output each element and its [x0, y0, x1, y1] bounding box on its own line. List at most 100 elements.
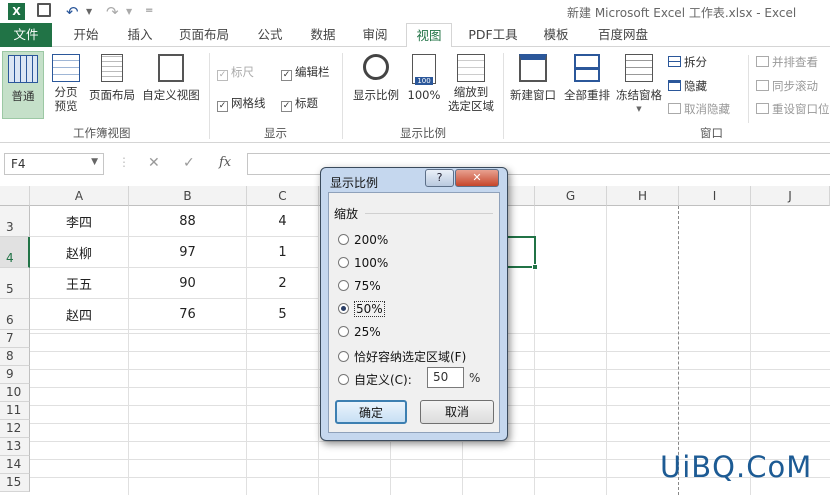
- ok-button[interactable]: 确定: [335, 400, 407, 424]
- zoom-option-custom[interactable]: 自定义(C):: [338, 371, 412, 388]
- cell[interactable]: 97: [129, 237, 247, 268]
- tab-data[interactable]: 数据: [303, 23, 343, 47]
- formula-bar-checkbox[interactable]: ✓ 编辑栏: [281, 64, 330, 81]
- zoom-100-button[interactable]: 100 100%: [405, 51, 443, 119]
- column-header-g[interactable]: G: [535, 186, 607, 206]
- column-header-i[interactable]: I: [679, 186, 751, 206]
- redo-icon[interactable]: ↷: [106, 3, 119, 21]
- save-icon[interactable]: [37, 3, 51, 17]
- zoom-option-100[interactable]: 100%: [338, 256, 388, 270]
- page-break-preview-button[interactable]: 分页 预览: [48, 51, 84, 119]
- name-box[interactable]: F4 ▼: [4, 153, 104, 175]
- sync-scroll-icon: [756, 80, 769, 91]
- freeze-panes-button[interactable]: 冻结窗格 ▼: [613, 51, 665, 119]
- fill-handle[interactable]: [532, 264, 538, 270]
- more-options-icon: ⋮: [118, 155, 130, 169]
- hide-button[interactable]: 隐藏: [668, 79, 707, 93]
- zoom-option-75[interactable]: 75%: [338, 279, 381, 293]
- insert-function-button[interactable]: fx: [219, 155, 231, 170]
- customize-toolbar-icon[interactable]: =: [145, 5, 153, 16]
- undo-icon[interactable]: ↶: [66, 3, 79, 21]
- cell[interactable]: 5: [247, 299, 319, 330]
- cell[interactable]: 4: [247, 206, 319, 237]
- view-side-by-side-button[interactable]: 并排查看: [756, 55, 818, 69]
- column-header-b[interactable]: B: [129, 186, 247, 206]
- zoom-to-selection-button[interactable]: 缩放到 选定区域: [445, 51, 497, 119]
- row-header[interactable]: 8: [0, 348, 30, 366]
- cell[interactable]: 李四: [30, 206, 129, 237]
- ruler-checkbox[interactable]: ✓ 标尺: [217, 64, 254, 81]
- arrange-all-icon: [574, 54, 600, 82]
- cancel-entry-button[interactable]: ✕: [148, 155, 160, 171]
- window-title: 新建 Microsoft Excel 工作表.xlsx - Excel: [567, 6, 797, 20]
- row-header[interactable]: 7: [0, 330, 30, 348]
- reset-window-position-button[interactable]: 重设窗口位: [756, 102, 830, 116]
- headings-checkbox[interactable]: ✓ 标题: [281, 95, 318, 112]
- row-header[interactable]: 10: [0, 384, 30, 402]
- row-header[interactable]: 4: [0, 237, 30, 268]
- cell[interactable]: 90: [129, 268, 247, 299]
- tab-insert[interactable]: 插入: [120, 23, 160, 47]
- zoom-group-label: 缩放: [334, 207, 359, 221]
- row-header[interactable]: 12: [0, 420, 30, 438]
- redo-dropdown-icon[interactable]: ▼: [126, 7, 132, 16]
- gridlines-checkbox[interactable]: ✓ 网格线: [217, 95, 266, 112]
- tab-file[interactable]: 文件: [0, 23, 52, 47]
- dialog-body: 缩放 200% 100% 75% 50% 25% 恰好容纳选定区域(F) 自定义…: [328, 192, 500, 433]
- tab-pdf-tools[interactable]: PDF工具: [462, 23, 524, 47]
- normal-view-button[interactable]: 普通: [2, 51, 44, 119]
- custom-zoom-input[interactable]: 50: [427, 367, 464, 388]
- row-header[interactable]: 11: [0, 402, 30, 420]
- page-layout-icon: [101, 54, 123, 82]
- column-header-c[interactable]: C: [247, 186, 319, 206]
- tab-templates[interactable]: 模板: [536, 23, 576, 47]
- cell[interactable]: 76: [129, 299, 247, 330]
- unhide-button[interactable]: 取消隐藏: [668, 102, 730, 116]
- zoom-button[interactable]: 显示比例: [349, 51, 403, 119]
- row-header[interactable]: 14: [0, 456, 30, 474]
- unhide-icon: [668, 103, 681, 114]
- page-layout-button[interactable]: 页面布局: [86, 51, 138, 119]
- arrange-all-button[interactable]: 全部重排: [561, 51, 613, 119]
- confirm-entry-button[interactable]: ✓: [183, 155, 195, 171]
- tab-view[interactable]: 视图: [406, 23, 452, 48]
- row-header[interactable]: 9: [0, 366, 30, 384]
- excel-logo-icon: X: [8, 3, 25, 20]
- cell[interactable]: 2: [247, 268, 319, 299]
- sync-scroll-button[interactable]: 同步滚动: [756, 79, 818, 93]
- cell[interactable]: 赵四: [30, 299, 129, 330]
- tab-review[interactable]: 审阅: [355, 23, 395, 47]
- cell[interactable]: 1: [247, 237, 319, 268]
- tab-formulas[interactable]: 公式: [250, 23, 290, 47]
- cell[interactable]: 88: [129, 206, 247, 237]
- column-header-a[interactable]: A: [30, 186, 129, 206]
- row-header[interactable]: 13: [0, 438, 30, 456]
- zoom-option-25[interactable]: 25%: [338, 325, 381, 339]
- column-header-h[interactable]: H: [607, 186, 679, 206]
- name-box-dropdown-icon[interactable]: ▼: [91, 157, 98, 167]
- cancel-button[interactable]: 取消: [420, 400, 494, 424]
- new-window-button[interactable]: 新建窗口: [506, 51, 560, 119]
- split-button[interactable]: 拆分: [668, 55, 707, 69]
- tab-home[interactable]: 开始: [66, 23, 106, 47]
- undo-dropdown-icon[interactable]: ▼: [86, 7, 92, 16]
- row-header[interactable]: 3: [0, 206, 30, 237]
- select-all-corner[interactable]: [0, 186, 30, 206]
- row-header[interactable]: 5: [0, 268, 30, 299]
- help-button[interactable]: ?: [425, 169, 454, 187]
- tab-baidu-netdisk[interactable]: 百度网盘: [590, 23, 656, 47]
- watermark: UiBQ.CoM: [660, 450, 813, 484]
- custom-views-button[interactable]: 自定义视图: [139, 51, 203, 119]
- ribbon-view: 普通 分页 预览 页面布局 自定义视图 工作簿视图 ✓ 标尺 ✓ 编辑栏 ✓ 网格线 …: [0, 47, 830, 143]
- tab-page-layout[interactable]: 页面布局: [172, 23, 236, 47]
- cell[interactable]: 赵柳: [30, 237, 129, 268]
- column-header-j[interactable]: J: [751, 186, 830, 206]
- zoom-option-fit-selection[interactable]: 恰好容纳选定区域(F): [338, 348, 466, 365]
- cell[interactable]: 王五: [30, 268, 129, 299]
- zoom-option-50[interactable]: 50%: [338, 301, 385, 317]
- zoom-option-200[interactable]: 200%: [338, 233, 388, 247]
- row-header[interactable]: 6: [0, 299, 30, 330]
- close-button[interactable]: ✕: [455, 169, 499, 187]
- row-header[interactable]: 15: [0, 474, 30, 492]
- magnifier-icon: [363, 54, 389, 80]
